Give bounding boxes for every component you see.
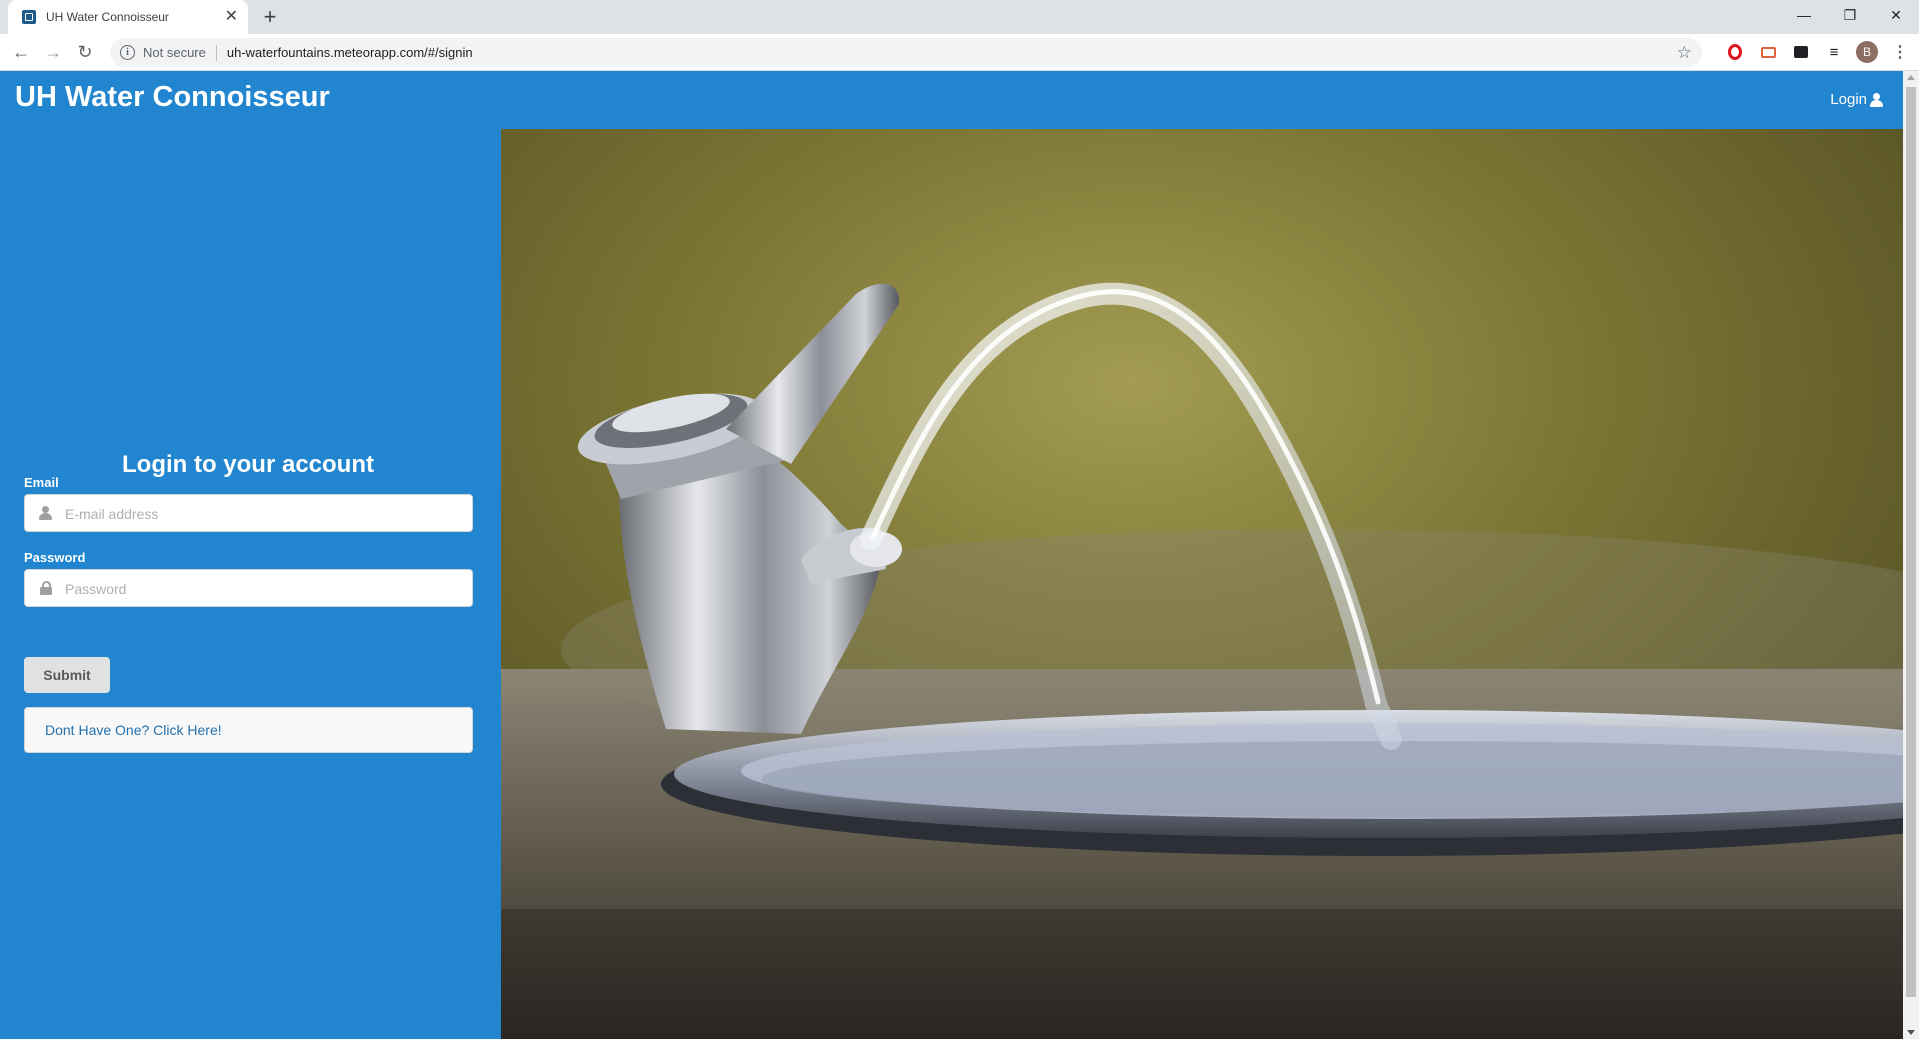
reload-button[interactable]: ↻ xyxy=(73,40,97,64)
user-icon xyxy=(1870,92,1883,107)
restore-button[interactable]: ❐ xyxy=(1827,0,1873,30)
vertical-scrollbar[interactable] xyxy=(1903,71,1919,1039)
email-input[interactable] xyxy=(63,495,467,533)
back-button[interactable]: ← xyxy=(9,40,33,64)
forward-button[interactable]: → xyxy=(41,40,65,64)
password-label: Password xyxy=(24,550,86,565)
tab-extension-icon[interactable] xyxy=(1790,41,1812,63)
fountain-photo-illustration xyxy=(501,129,1903,1039)
tab-close-icon[interactable]: ✕ xyxy=(225,9,238,25)
omnibox-divider xyxy=(215,44,217,61)
register-link[interactable]: Dont Have One? Click Here! xyxy=(45,722,222,738)
bookmark-star-icon[interactable]: ☆ xyxy=(1677,43,1692,63)
security-label: Not secure xyxy=(143,45,206,60)
extension-icons: ≡ B ⋮ xyxy=(1713,40,1911,64)
cast-extension-icon[interactable] xyxy=(1757,41,1779,63)
url-text[interactable]: uh-waterfountains.meteorapp.com/#/signin xyxy=(227,45,1677,60)
minimize-button[interactable]: — xyxy=(1781,0,1827,30)
login-menu-link[interactable]: Login xyxy=(1830,91,1883,108)
scroll-down-arrow-icon[interactable] xyxy=(1907,1030,1915,1035)
window-controls: — ❐ ✕ xyxy=(1781,0,1919,30)
info-icon[interactable]: i xyxy=(120,45,135,60)
site-brand-link[interactable]: UH Water Connoisseur xyxy=(15,81,330,114)
close-window-button[interactable]: ✕ xyxy=(1873,0,1919,30)
profile-avatar[interactable]: B xyxy=(1856,41,1878,63)
person-icon xyxy=(39,506,53,520)
browser-tab[interactable]: UH Water Connoisseur ✕ xyxy=(8,0,248,34)
page-viewport: UH Water Connoisseur Login Login to your… xyxy=(0,71,1903,1039)
signin-title: Login to your account xyxy=(122,451,374,478)
password-field[interactable] xyxy=(24,569,473,608)
tab-title: UH Water Connoisseur xyxy=(46,10,169,24)
top-navbar: UH Water Connoisseur Login xyxy=(0,71,1903,129)
address-bar[interactable]: i Not secure uh-waterfountains.meteorapp… xyxy=(110,38,1702,67)
email-field[interactable] xyxy=(24,494,473,533)
login-label: Login xyxy=(1830,91,1867,108)
hero-fountain-image xyxy=(501,129,1903,1039)
site-favicon-icon xyxy=(22,10,36,24)
opera-extension-icon[interactable] xyxy=(1724,41,1746,63)
register-message: Dont Have One? Click Here! xyxy=(24,707,473,753)
lock-icon xyxy=(39,581,53,595)
media-list-icon[interactable]: ≡ xyxy=(1823,41,1845,63)
new-tab-button[interactable]: + xyxy=(258,5,282,29)
signin-panel: Login to your account Email Password Sub… xyxy=(0,129,501,1039)
browser-toolbar: ← → ↻ i Not secure uh-waterfountains.met… xyxy=(0,34,1919,71)
scroll-thumb[interactable] xyxy=(1906,87,1916,997)
password-input[interactable] xyxy=(63,570,467,608)
browser-menu-icon[interactable]: ⋮ xyxy=(1889,41,1911,63)
browser-tabstrip: UH Water Connoisseur ✕ + — ❐ ✕ xyxy=(0,0,1919,34)
submit-button[interactable]: Submit xyxy=(24,657,110,693)
scroll-up-arrow-icon[interactable] xyxy=(1907,75,1915,80)
email-label: Email xyxy=(24,475,59,490)
